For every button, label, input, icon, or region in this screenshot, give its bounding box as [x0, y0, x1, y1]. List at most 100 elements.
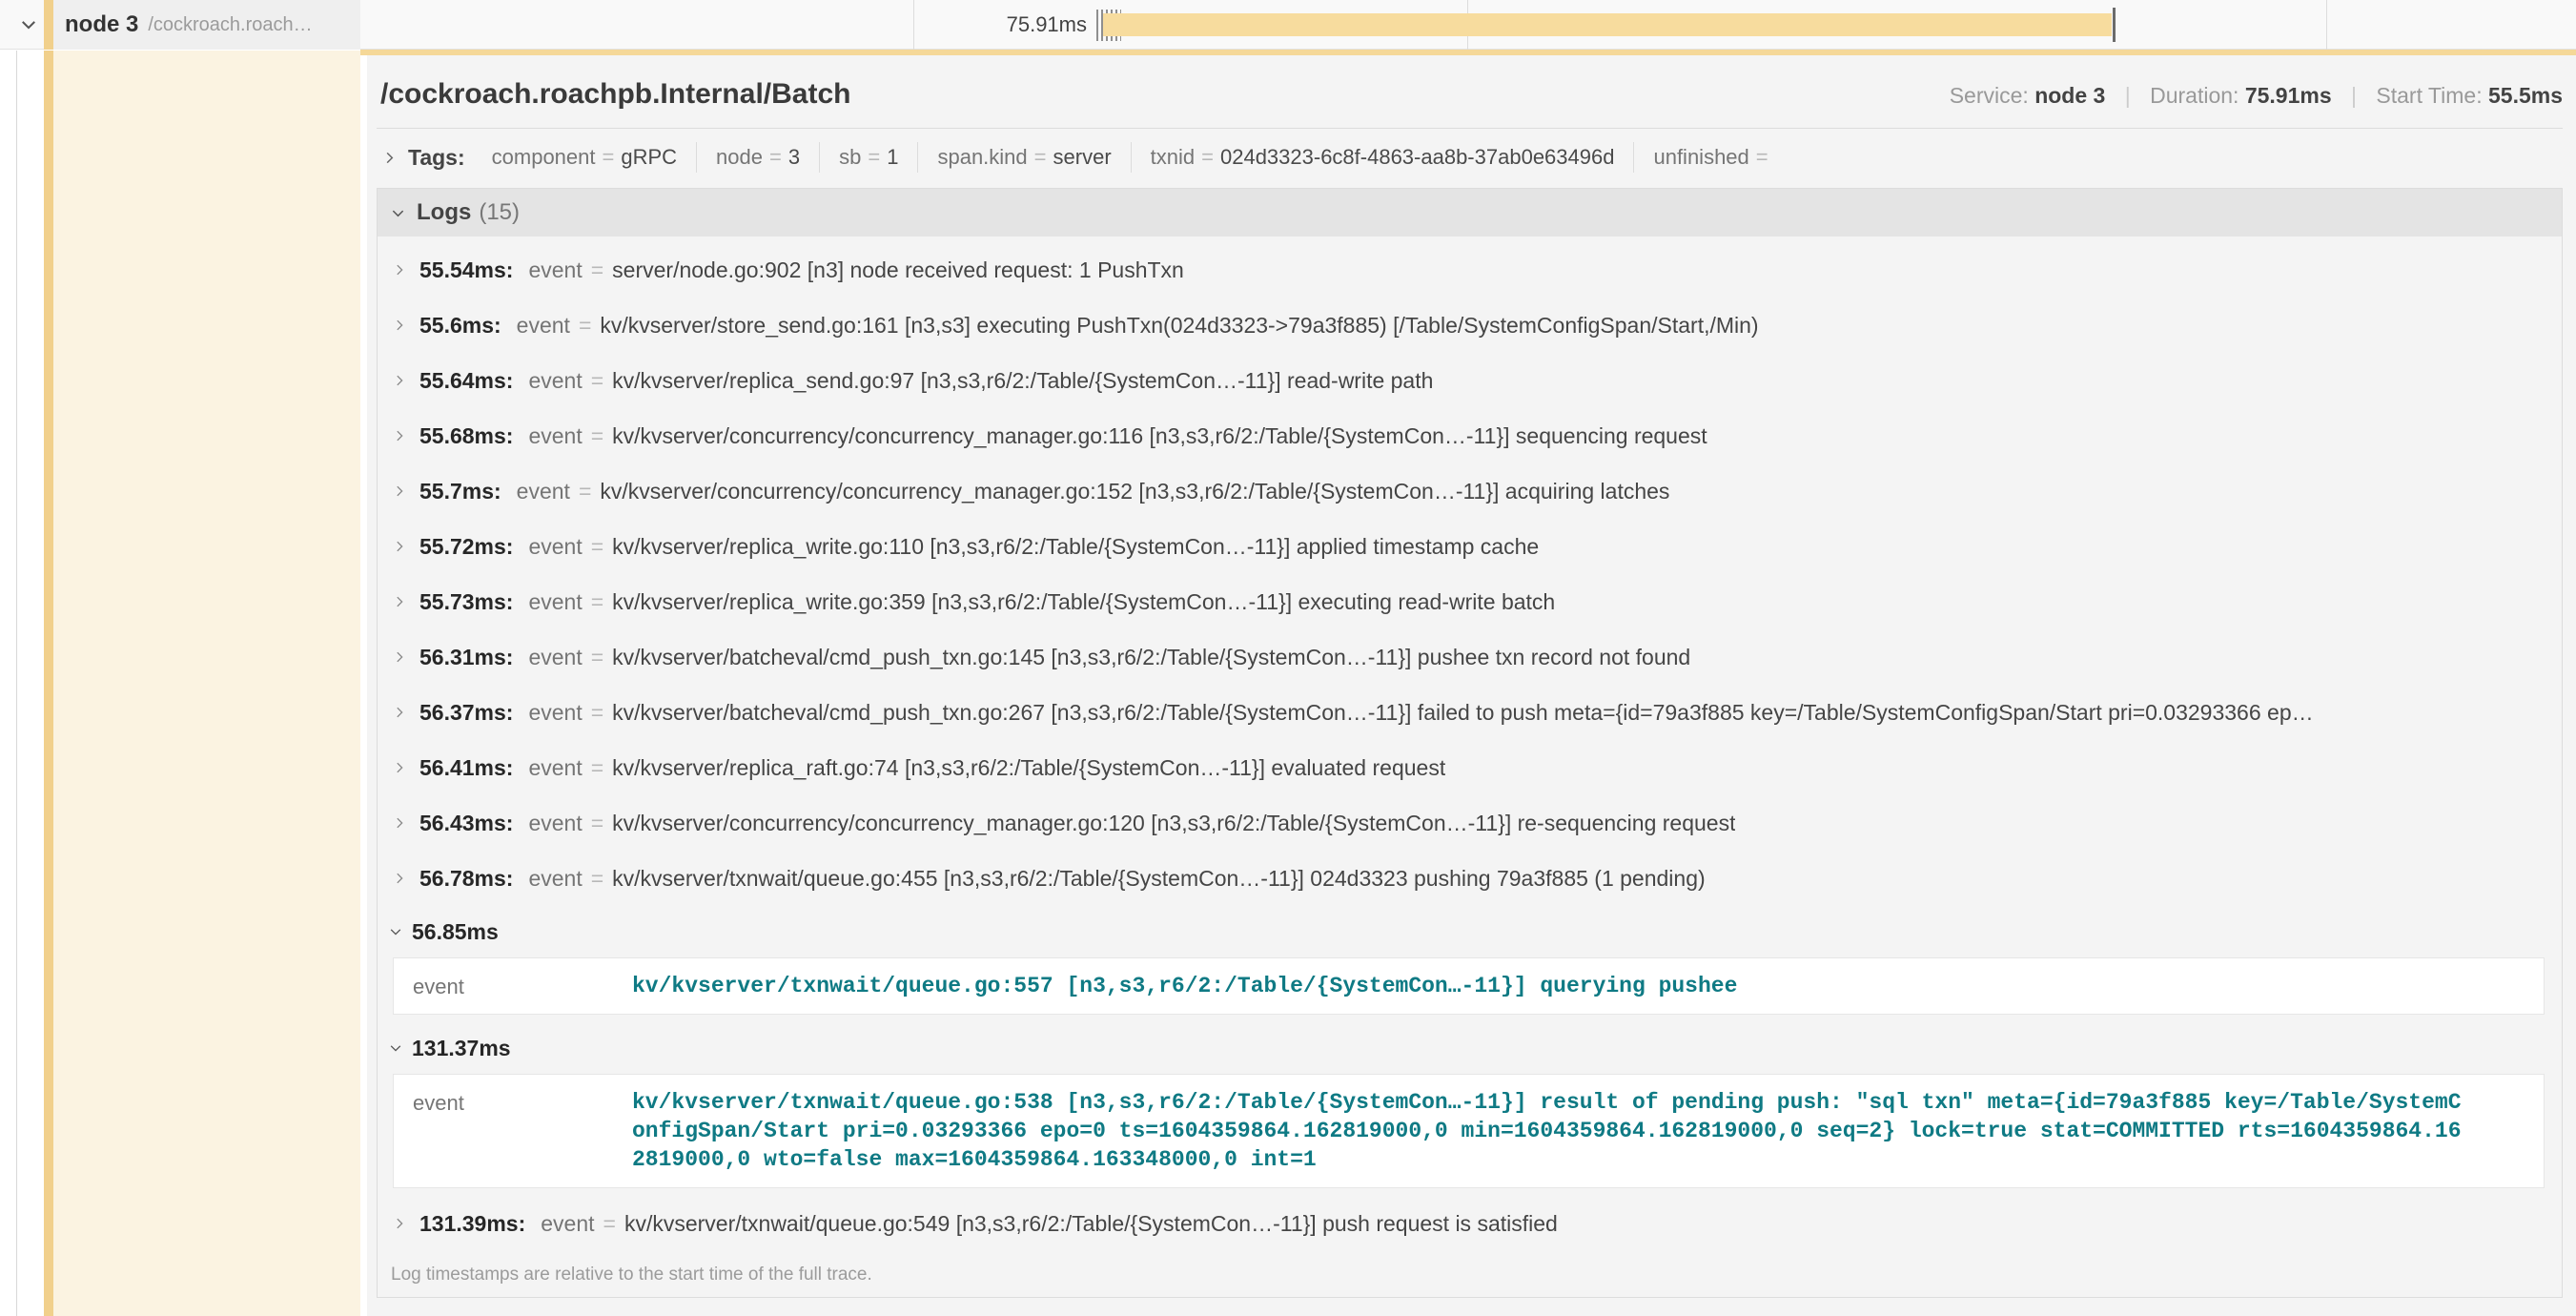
- log-equals: =: [591, 534, 603, 560]
- log-equals: =: [603, 1211, 616, 1237]
- log-entry-row[interactable]: 55.6ms: event = kv/kvserver/store_send.g…: [378, 298, 2562, 353]
- tag-value: server: [1053, 145, 1112, 169]
- log-entry-row[interactable]: 56.43ms: event = kv/kvserver/concurrency…: [378, 795, 2562, 851]
- tags-label: Tags:: [408, 145, 465, 171]
- log-timestamp: 56.31ms:: [419, 645, 513, 670]
- log-equals: =: [591, 700, 603, 726]
- chevron-right-icon: [393, 374, 406, 387]
- timeline-gridline: [913, 0, 914, 50]
- log-entry-row[interactable]: 56.37ms: event = kv/kvserver/batcheval/c…: [378, 685, 2562, 740]
- log-entry-row[interactable]: 55.64ms: event = kv/kvserver/replica_sen…: [378, 353, 2562, 408]
- tag-key: txnid: [1151, 145, 1195, 169]
- chevron-right-icon: [393, 429, 406, 442]
- log-timestamp: 55.7ms:: [419, 479, 501, 504]
- log-field-name: event: [517, 313, 570, 339]
- tag-value: 024d3323-6c8f-4863-aa8b-37ab0e63496d: [1220, 145, 1614, 169]
- tag-list: component=gRPC node=3 sb=1 span.kind=ser…: [473, 142, 1794, 173]
- log-timestamp: 55.6ms:: [419, 313, 501, 339]
- log-entry-row[interactable]: 55.68ms: event = kv/kvserver/concurrency…: [378, 408, 2562, 463]
- span-end-marker: [2113, 8, 2116, 42]
- log-entry-row[interactable]: 55.72ms: event = kv/kvserver/replica_wri…: [378, 519, 2562, 574]
- tag-item: unfinished=: [1633, 142, 1793, 173]
- chevron-right-icon: [393, 263, 406, 277]
- log-field-name: event: [528, 755, 582, 781]
- span-detail-title-row: /cockroach.roachpb.Internal/Batch Servic…: [377, 78, 2563, 111]
- log-entry-expanded-header[interactable]: 131.37ms: [378, 1022, 2562, 1074]
- log-list: 55.54ms: event = server/node.go:902 [n3]…: [378, 236, 2562, 1251]
- tag-value: gRPC: [621, 145, 677, 169]
- service-value: node 3: [2034, 83, 2105, 108]
- chevron-right-icon: [393, 706, 406, 719]
- log-message: kv/kvserver/concurrency/concurrency_mana…: [612, 423, 1707, 449]
- log-message: kv/kvserver/batcheval/cmd_push_txn.go:26…: [612, 700, 2313, 726]
- page-title: /cockroach.roachpb.Internal/Batch: [380, 78, 850, 111]
- log-equals: =: [591, 257, 603, 283]
- log-entry-row[interactable]: 56.31ms: event = kv/kvserver/batcheval/c…: [378, 629, 2562, 685]
- logs-section-toggle[interactable]: Logs (15): [378, 189, 2562, 236]
- span-name-tab[interactable]: node 3 /cockroach.roach…: [44, 0, 360, 50]
- span-service-name: node 3: [65, 11, 138, 38]
- log-timestamp: 55.68ms:: [419, 423, 513, 449]
- tag-item: node=3: [696, 142, 819, 173]
- chevron-right-icon: [393, 761, 406, 774]
- title-divider: [377, 128, 2563, 129]
- log-entry-row[interactable]: 55.73ms: event = kv/kvserver/replica_wri…: [378, 574, 2562, 629]
- log-entry-expanded-header[interactable]: 56.85ms: [378, 906, 2562, 957]
- span-operation-name: /cockroach.roach…: [148, 14, 349, 36]
- log-equals: =: [591, 811, 603, 836]
- log-equals: =: [591, 423, 603, 449]
- chevron-right-icon: [393, 540, 406, 553]
- log-field-name: event: [528, 257, 582, 283]
- span-row-header: node 3 /cockroach.roach… 75.91ms: [0, 0, 2576, 50]
- log-field-value: kv/kvserver/txnwait/queue.go:538 [n3,s3,…: [632, 1088, 2472, 1174]
- log-detail-card: event kv/kvserver/txnwait/queue.go:557 […: [393, 957, 2545, 1015]
- name-column-rule: [16, 51, 17, 1316]
- log-entry-row[interactable]: 131.39ms: event = kv/kvserver/txnwait/qu…: [378, 1196, 2562, 1251]
- log-message: kv/kvserver/concurrency/concurrency_mana…: [600, 479, 1669, 504]
- log-entry-expanded: 131.37ms event kv/kvserver/txnwait/queue…: [378, 1022, 2562, 1188]
- tag-equals: =: [868, 145, 880, 169]
- log-timestamp: 131.39ms:: [419, 1211, 525, 1237]
- log-entry-row[interactable]: 55.54ms: event = server/node.go:902 [n3]…: [378, 242, 2562, 298]
- tag-item: txnid=024d3323-6c8f-4863-aa8b-37ab0e6349…: [1131, 142, 1634, 173]
- tag-value: 1: [887, 145, 898, 169]
- log-message: kv/kvserver/replica_write.go:359 [n3,s3,…: [612, 589, 1555, 615]
- log-entry-row[interactable]: 55.7ms: event = kv/kvserver/concurrency/…: [378, 463, 2562, 519]
- log-field-name: event: [528, 368, 582, 394]
- log-equals: =: [579, 313, 591, 339]
- span-duration-bar[interactable]: [1103, 13, 2112, 36]
- tags-section-toggle[interactable]: Tags: component=gRPC node=3 sb=1 span.ki…: [377, 142, 2563, 173]
- log-timestamp: 56.41ms:: [419, 755, 513, 781]
- chevron-down-icon: [389, 1041, 402, 1055]
- log-timestamp: 56.78ms:: [419, 866, 513, 892]
- collapse-children-toggle[interactable]: [17, 13, 40, 36]
- log-field-name: event: [517, 479, 570, 504]
- start-time-value: 55.5ms: [2488, 83, 2563, 108]
- log-entry-row[interactable]: 56.41ms: event = kv/kvserver/replica_raf…: [378, 740, 2562, 795]
- chevron-right-icon: [393, 484, 406, 498]
- span-detail-panel: /cockroach.roachpb.Internal/Batch Servic…: [367, 55, 2576, 1316]
- tag-item: sb = 1: [819, 142, 917, 173]
- log-entry-row[interactable]: 56.78ms: event = kv/kvserver/txnwait/que…: [378, 851, 2562, 906]
- tag-item: component =gRPC: [473, 142, 696, 173]
- log-field-name: event: [413, 1088, 632, 1174]
- selected-span-name-column[interactable]: [44, 51, 360, 1316]
- chevron-down-icon: [389, 925, 402, 938]
- meta-separator: |: [2351, 83, 2357, 108]
- chevron-right-icon: [393, 816, 406, 830]
- log-entry-expanded: 56.85ms event kv/kvserver/txnwait/queue.…: [378, 906, 2562, 1015]
- tag-equals: =: [603, 145, 615, 169]
- logs-title: Logs: [417, 199, 471, 226]
- log-field-name: event: [528, 645, 582, 670]
- log-equals: =: [591, 645, 603, 670]
- log-field-name: event: [528, 811, 582, 836]
- tag-key: sb: [839, 145, 861, 169]
- log-timestamp: 131.37ms: [412, 1036, 511, 1061]
- log-field-name: event: [528, 589, 582, 615]
- trace-detail-page: node 3 /cockroach.roach… 75.91ms /cockro…: [0, 0, 2576, 1316]
- chevron-right-icon: [393, 595, 406, 608]
- log-timestamp: 56.43ms:: [419, 811, 513, 836]
- logs-count: (15): [479, 199, 520, 226]
- tag-key: component: [492, 145, 596, 169]
- log-field-name: event: [528, 866, 582, 892]
